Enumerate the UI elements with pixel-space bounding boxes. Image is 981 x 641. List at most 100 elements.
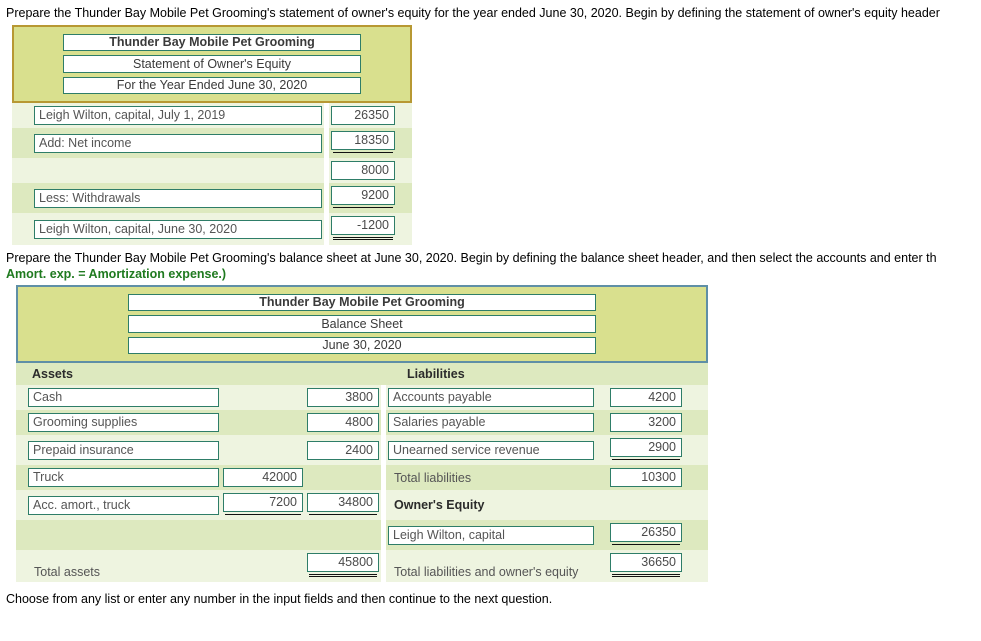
bs-gutter: [16, 363, 26, 385]
table-row: Leigh Wilton, capital, June 30, 2020 -12…: [12, 213, 412, 245]
liability-label-cell: Accounts payable: [386, 385, 596, 410]
bs-gutter: [16, 465, 26, 490]
equity-header-company[interactable]: Thunder Bay Mobile Pet Grooming: [63, 34, 361, 52]
equity-header-title[interactable]: Statement of Owner's Equity: [63, 55, 361, 73]
bs-end-gutter: [684, 465, 708, 490]
equity-amount-underline-3: 9200: [331, 186, 395, 210]
equity-row-amount-0[interactable]: 26350: [331, 106, 395, 125]
equity-row-label-1[interactable]: Add: Net income: [34, 133, 322, 153]
equity-row-amount-cell: 26350: [329, 103, 397, 128]
balance-section-heading-row: Assets Liabilities: [16, 363, 708, 385]
liability-amount-3[interactable]: 10300: [610, 468, 682, 487]
equity-row-gutter: [12, 103, 32, 128]
table-row: Leigh Wilton, capital 26350: [16, 520, 708, 550]
liability-label-cell: Total liabilities and owner's equity: [386, 550, 596, 582]
equity-row-label-cell: Leigh Wilton, capital, July 1, 2019: [32, 103, 324, 128]
table-row: Add: Net income 18350: [12, 128, 412, 158]
bs-inner-gutter: [596, 410, 608, 435]
asset-amount-4[interactable]: 34800: [307, 493, 379, 512]
liability-label-cell: Salaries payable: [386, 410, 596, 435]
equity-row-amount-cell: -1200: [329, 213, 397, 245]
bs-gutter: [16, 385, 26, 410]
liability-amount-2[interactable]: 2900: [610, 438, 682, 457]
balance-rows-grid: Cash 3800 Accounts payable 4200 Grooming…: [16, 385, 708, 582]
equity-row-amount-cell: 8000: [329, 158, 397, 183]
bs-gutter: [16, 435, 26, 465]
equity-row-label-cell: Less: Withdrawals: [32, 183, 324, 213]
liability-label-2[interactable]: Unearned service revenue: [388, 440, 594, 460]
assets-heading-cell: Assets: [26, 363, 401, 385]
liability-label-1[interactable]: Salaries payable: [388, 413, 594, 432]
asset-col1-cell: [221, 435, 305, 465]
table-row: Truck 42000 Total liabilities 10300: [16, 465, 708, 490]
asset-amount-1[interactable]: 4800: [307, 413, 379, 432]
total-liab-equity-underline: 36650: [610, 553, 682, 579]
table-row: Less: Withdrawals 9200: [12, 183, 412, 213]
table-row: Assets Liabilities: [16, 363, 708, 385]
asset-col2-cell: 34800: [305, 490, 381, 520]
equity-row-amount-3[interactable]: 9200: [331, 186, 395, 205]
equity-row-label-0[interactable]: Leigh Wilton, capital, July 1, 2019: [34, 106, 322, 125]
asset-col1-cell: 7200: [221, 490, 305, 520]
asset-label-1[interactable]: Grooming supplies: [28, 413, 219, 432]
asset-col1-3[interactable]: 42000: [223, 468, 303, 487]
liability-amount-cell: 3200: [608, 410, 684, 435]
equity-row-amount-2[interactable]: 8000: [331, 161, 395, 180]
asset-amount-0[interactable]: 3800: [307, 388, 379, 407]
table-row: Grooming supplies 4800 Salaries payable …: [16, 410, 708, 435]
liabilities-heading-cell: Liabilities: [401, 363, 696, 385]
liability-amount-1[interactable]: 3200: [610, 413, 682, 432]
liability-label-5[interactable]: Leigh Wilton, capital: [388, 525, 594, 545]
equity-amount-underline-1: 18350: [331, 131, 395, 155]
liability-amount-0[interactable]: 4200: [610, 388, 682, 407]
equity-row-amount-cell: 18350: [329, 128, 397, 158]
liability-amount-5[interactable]: 26350: [610, 523, 682, 542]
liability-label-cell: Unearned service revenue: [386, 435, 596, 465]
equity-row-amount-1[interactable]: 18350: [331, 131, 395, 150]
asset-label-2[interactable]: Prepaid insurance: [28, 440, 219, 460]
table-row: Cash 3800 Accounts payable 4200: [16, 385, 708, 410]
balance-prompt-hint: Amort. exp. = Amortization expense.): [6, 267, 227, 281]
equity-row-amount-cell: 9200: [329, 183, 397, 213]
asset-label-3[interactable]: Truck: [28, 468, 219, 487]
bs-inner-gutter: [596, 490, 608, 520]
bs-inner-gutter: [596, 465, 608, 490]
bs-gutter: [16, 490, 26, 520]
liability-amount-cell: 10300: [608, 465, 684, 490]
balance-header-company[interactable]: Thunder Bay Mobile Pet Grooming: [128, 294, 596, 312]
balance-header-title[interactable]: Balance Sheet: [128, 315, 596, 333]
total-assets-underline: 45800: [307, 553, 379, 579]
liabilities-heading: Liabilities: [407, 367, 465, 381]
balance-header-period[interactable]: June 30, 2020: [128, 336, 596, 354]
total-assets-amount[interactable]: 45800: [307, 553, 379, 572]
equity-row-end-gutter: [397, 103, 412, 128]
equity-row-end-gutter: [397, 158, 412, 183]
table-row: Total assets 45800 Total liabilities and…: [16, 550, 708, 582]
asset-label-cell: Truck: [26, 465, 221, 490]
asset-col1-4[interactable]: 7200: [223, 493, 303, 512]
asset-col2-cell: 2400: [305, 435, 381, 465]
equity-row-label-4[interactable]: Leigh Wilton, capital, June 30, 2020: [34, 219, 322, 239]
bs-end-gutter: [684, 490, 708, 520]
bs-gutter: [16, 410, 26, 435]
total-liab-equity-amount[interactable]: 36650: [610, 553, 682, 572]
equity-row-end-gutter: [397, 213, 412, 245]
equity-row-gutter: [12, 158, 32, 183]
bs-inner-gutter: [596, 520, 608, 550]
equity-header-period[interactable]: For the Year Ended June 30, 2020: [63, 76, 361, 94]
bs-gutter: [16, 520, 26, 550]
asset-label-4[interactable]: Acc. amort., truck: [28, 495, 219, 515]
owners-equity-heading: Owner's Equity: [394, 498, 485, 512]
asset-label-cell: Grooming supplies: [26, 410, 221, 435]
footer-instruction: Choose from any list or enter any number…: [6, 592, 553, 606]
equity-row-label-cell: Add: Net income: [32, 128, 324, 158]
assets-heading: Assets: [32, 367, 73, 381]
equity-row-label-2: [34, 161, 322, 180]
equity-row-amount-4[interactable]: -1200: [331, 216, 395, 235]
equity-row-gutter: [12, 213, 32, 245]
equity-row-label-3[interactable]: Less: Withdrawals: [34, 188, 322, 208]
bs-end-gutter: [684, 410, 708, 435]
asset-label-0[interactable]: Cash: [28, 388, 219, 407]
liability-label-0[interactable]: Accounts payable: [388, 388, 594, 407]
asset-amount-2[interactable]: 2400: [307, 440, 379, 460]
